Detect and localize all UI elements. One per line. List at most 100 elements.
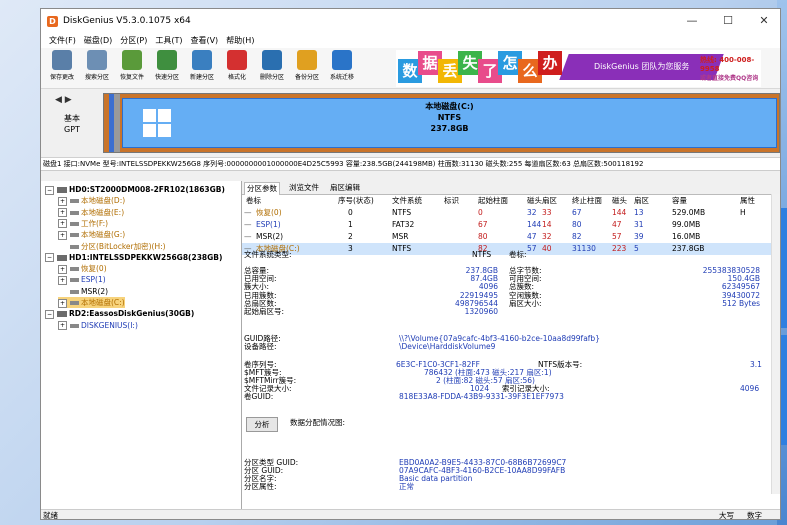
toolbar-button[interactable]: 系统迁移	[327, 50, 357, 86]
tree-expand-toggle[interactable]: +	[58, 264, 67, 274]
tree-expand-toggle[interactable]: +	[58, 230, 67, 240]
tab-sector-edit[interactable]: 扇区编辑	[328, 182, 362, 194]
tree-node-label: 本地磁盘(C:)	[81, 298, 125, 307]
partition-block-msr[interactable]	[114, 94, 120, 152]
tree-disk-node[interactable]: − RD2:EassosDiskGenius(30GB)	[45, 308, 194, 319]
column-header[interactable]: 卷标	[246, 195, 261, 207]
table-cell: 47	[527, 232, 537, 241]
tree-partition-node[interactable]: 分区(BitLocker加密)(H:)	[58, 241, 166, 252]
tree-expand-toggle[interactable]: +	[58, 298, 67, 308]
toolbar: 保存更改 搜索分区 恢复文件 快速分区 新建分区 格式化 删除分区 备份分区 系统迁移 Disk…	[41, 48, 780, 89]
menu-tools[interactable]: 工具(T)	[151, 35, 186, 46]
partition-details: 文件系统类型: NTFS 卷标: 总容量: 237.8GB 已用空间: 87.4GB 簇…	[244, 250, 764, 501]
column-header[interactable]: 起始柱面	[478, 195, 508, 207]
partition-table-row[interactable]: — MSR(2) 2 MSR 80 47 32 82 57 39 16.0MB	[242, 231, 772, 243]
menu-file[interactable]: 文件(F)	[45, 35, 80, 46]
close-button[interactable]: ✕	[746, 9, 780, 33]
table-cell: 99.0MB	[672, 220, 701, 229]
caps-indicator: 大写	[719, 511, 734, 520]
toolbar-button-label: 格式化	[227, 74, 246, 81]
analyze-button[interactable]: 分析	[246, 417, 278, 432]
tree-node-label: 本地磁盘(E:)	[81, 207, 125, 217]
tree-partition-node[interactable]: + 本地磁盘(E:)	[58, 207, 124, 218]
toolbar-button[interactable]: 新建分区	[187, 50, 217, 86]
table-cell: NTFS	[392, 208, 412, 217]
column-header[interactable]: 容量	[672, 195, 687, 207]
tree-expand-toggle[interactable]: +	[58, 208, 67, 218]
column-header[interactable]: 序号(状态)	[338, 195, 374, 207]
status-bar: 就绪 大写 数字	[41, 509, 780, 520]
tree-disk-node[interactable]: − HD0:ST2000DM008-2FR102(1863GB)	[45, 184, 225, 195]
tree-expand-toggle[interactable]: +	[58, 219, 67, 229]
disk-basic-label: 基本	[64, 114, 80, 123]
toolbar-button-label: 快速分区	[154, 74, 179, 81]
tree-expand-toggle[interactable]: +	[58, 275, 67, 285]
tree-expand-toggle[interactable]: −	[45, 253, 54, 263]
tree-partition-node[interactable]: + 本地磁盘(G:)	[58, 229, 125, 240]
table-cell: — ESP(1)	[244, 220, 281, 229]
menu-help[interactable]: 帮助(H)	[222, 35, 258, 46]
promo-banner[interactable]: DiskGenius 团队为您服务 热线: 400-008-9958 或者直接免…	[396, 50, 761, 87]
disk-info-bar: 磁盘1 接口:NVMe 型号:INTELSSDPEKKW256G8 序列号:00…	[41, 158, 780, 171]
column-header[interactable]: 磁头	[612, 195, 627, 207]
format-icon	[227, 50, 247, 70]
tree-node-label: ESP(1)	[81, 275, 106, 285]
maximize-button[interactable]: ☐	[710, 9, 746, 33]
disk-nav-arrows[interactable]: ◀ ▶	[55, 95, 72, 105]
hard-disk-icon	[57, 311, 67, 318]
tree-expand-toggle[interactable]: +	[58, 196, 67, 206]
table-cell: 67	[478, 220, 488, 229]
column-header[interactable]: 磁头	[527, 195, 542, 207]
toolbar-button[interactable]: 保存更改	[47, 50, 77, 86]
tree-expand-toggle[interactable]: −	[45, 309, 54, 319]
title-bar: D DiskGenius V5.3.0.1075 x64 — ☐ ✕	[41, 9, 780, 33]
toolbar-button[interactable]: 快速分区	[152, 50, 182, 86]
delete-icon	[262, 50, 282, 70]
tree-expand-toggle[interactable]: +	[58, 321, 67, 331]
table-cell: 57	[612, 232, 622, 241]
partition-panel: 分区参数 浏览文件 扇区编辑 卷标 序号(状态) 文件系统 标识 起始柱面 磁头 扇区 终止柱…	[242, 181, 780, 511]
disk-tree: − HD0:ST2000DM008-2FR102(1863GB) + 本地磁盘(D:)…	[41, 181, 242, 511]
tree-partition-node[interactable]: + 恢复(0)	[58, 263, 107, 274]
toolbar-button[interactable]: 备份分区	[292, 50, 322, 86]
tree-partition-node[interactable]: + 本地磁盘(D:)	[58, 195, 125, 206]
column-header[interactable]: 标识	[444, 195, 459, 207]
partition-table-row[interactable]: — ESP(1) 1 FAT32 67 144 14 80 47 31 99.0MB	[242, 219, 772, 231]
tab-partition-params[interactable]: 分区参数	[244, 182, 280, 195]
disk-gpt-label: GPT	[64, 125, 80, 134]
tree-partition-node[interactable]: + 工作(F:)	[58, 218, 108, 229]
partition-table-row[interactable]: — 恢复(0) 0 NTFS 0 32 33 67 144 13 529.0MB H	[242, 207, 772, 219]
menu-partition[interactable]: 分区(P)	[116, 35, 151, 46]
menu-disk[interactable]: 磁盘(D)	[80, 35, 116, 46]
toolbar-button[interactable]: 恢复文件	[117, 50, 147, 86]
toolbar-button[interactable]: 删除分区	[257, 50, 287, 86]
tree-node-label: DISKGENIUS(I:)	[81, 320, 138, 330]
disk-type-label: 基本 GPT	[47, 113, 97, 135]
tree-node-label: RD2:EassosDiskGenius(30GB)	[69, 309, 195, 319]
tree-partition-node[interactable]: + ESP(1)	[58, 274, 106, 285]
toolbar-button[interactable]: 搜索分区	[82, 50, 112, 86]
table-cell: 529.0MB	[672, 208, 706, 217]
menu-view[interactable]: 查看(V)	[186, 35, 222, 46]
toolbar-button[interactable]: 格式化	[222, 50, 252, 86]
table-cell: 39	[634, 232, 644, 241]
column-header[interactable]: 文件系统	[392, 195, 422, 207]
vertical-scrollbar[interactable]	[771, 194, 780, 494]
menu-bar: 文件(F) 磁盘(D) 分区(P) 工具(T) 查看(V) 帮助(H)	[41, 33, 780, 48]
column-header[interactable]: 属性	[740, 195, 755, 207]
tab-browse-files[interactable]: 浏览文件	[287, 182, 321, 194]
table-cell: H	[740, 208, 746, 217]
tree-disk-node[interactable]: − HD1:INTELSSDPEKKW256G8(238GB)	[45, 252, 222, 263]
column-header[interactable]: 终止柱面	[572, 195, 602, 207]
column-header[interactable]: 扇区	[634, 195, 649, 207]
tree-partition-node[interactable]: + DISKGENIUS(I:)	[58, 320, 138, 331]
detail-label: 扇区大小:	[509, 298, 542, 308]
detail-value: 1320960	[464, 307, 498, 316]
toolbar-button-label: 搜索分区	[84, 74, 109, 81]
tree-expand-toggle[interactable]: −	[45, 185, 54, 195]
column-header[interactable]: 扇区	[542, 195, 557, 207]
partition-block-c[interactable]: 本地磁盘(C:) NTFS 237.8GB	[122, 98, 777, 148]
tree-partition-node[interactable]: + 本地磁盘(C:)	[58, 297, 125, 308]
minimize-button[interactable]: —	[674, 9, 710, 33]
tree-partition-node[interactable]: MSR(2)	[58, 286, 108, 297]
